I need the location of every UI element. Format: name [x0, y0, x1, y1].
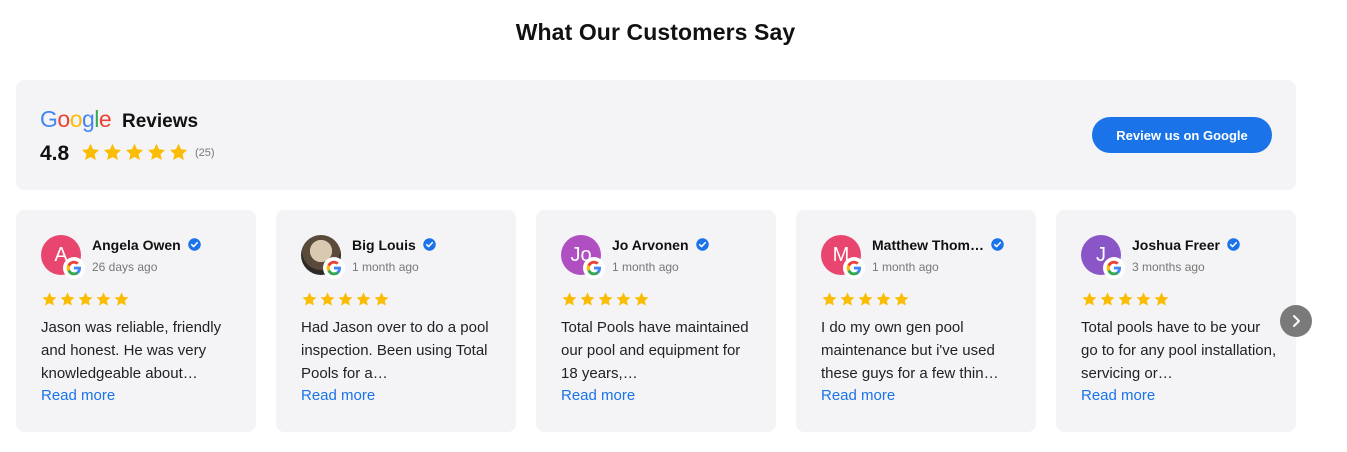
review-count: (25)	[195, 147, 215, 159]
verified-badge-icon	[423, 238, 436, 251]
review-date: 1 month ago	[872, 260, 939, 274]
google-logo: Google	[40, 106, 112, 132]
review-text: Jason was reliable, friendly and honest.…	[41, 319, 222, 382]
read-more-link[interactable]: Read more	[1081, 387, 1155, 404]
star-icon	[1136, 292, 1151, 306]
reviewer-name[interactable]: Angela Owen	[92, 237, 181, 253]
star-icon	[81, 143, 100, 161]
review-card: J Joshua Freer 3 months ago Total pools hav…	[1056, 210, 1296, 432]
star-icon	[616, 292, 631, 306]
review-card: Big Louis 1 month ago Had Jason over to do…	[276, 210, 516, 432]
star-icon	[634, 292, 649, 306]
review-text: Total pools have to be your go to for an…	[1081, 319, 1277, 382]
google-badge-icon	[324, 258, 344, 278]
review-card: Jo Jo Arvonen 1 month ago Total Pools have …	[536, 210, 776, 432]
read-more-link[interactable]: Read more	[41, 387, 115, 404]
star-icon	[338, 292, 353, 306]
review-card: M Matthew Thom… 1 month ago I do my own gen…	[796, 210, 1036, 432]
star-icon	[103, 143, 122, 161]
star-icon	[374, 292, 389, 306]
verified-badge-icon	[1227, 238, 1240, 251]
google-badge-icon	[584, 258, 604, 278]
star-icon	[78, 292, 93, 306]
star-icon	[147, 143, 166, 161]
star-icon	[114, 292, 129, 306]
star-icon	[320, 292, 335, 306]
read-more-link[interactable]: Read more	[821, 387, 895, 404]
star-icon	[125, 143, 144, 161]
star-icon	[42, 292, 57, 306]
review-date: 26 days ago	[92, 260, 158, 274]
reviewer-name[interactable]: Joshua Freer	[1132, 237, 1220, 253]
section-title: What Our Customers Say	[515, 19, 796, 45]
review-stars	[41, 291, 130, 308]
google-logo-letter: G	[40, 106, 58, 132]
star-icon	[60, 292, 75, 306]
google-logo-letter: e	[98, 106, 112, 132]
review-date: 1 month ago	[352, 260, 419, 274]
rating-stars	[80, 142, 189, 163]
review-us-on-google-button[interactable]: Review us on Google	[1092, 117, 1272, 153]
verified-badge-icon	[188, 238, 201, 251]
star-icon	[356, 292, 371, 306]
google-logo-letter: o	[57, 106, 70, 132]
read-more-link[interactable]: Read more	[561, 387, 635, 404]
review-text: Had Jason over to do a pool inspection. …	[301, 319, 489, 382]
star-icon	[562, 292, 577, 306]
star-icon	[858, 292, 873, 306]
review-stars	[821, 291, 910, 308]
reviewer-name[interactable]: Jo Arvonen	[612, 237, 689, 253]
chevron-right-icon	[1293, 315, 1300, 327]
reviewer-name[interactable]: Matthew Thom…	[872, 237, 984, 253]
star-icon	[840, 292, 855, 306]
google-badge-icon	[64, 258, 84, 278]
google-badge-icon	[1104, 258, 1124, 278]
star-icon	[96, 292, 111, 306]
review-text: Total Pools have maintained our pool and…	[561, 319, 749, 382]
review-stars	[301, 291, 390, 308]
star-icon	[580, 292, 595, 306]
star-icon	[1082, 292, 1097, 306]
verified-badge-icon	[991, 238, 1004, 251]
star-icon	[822, 292, 837, 306]
review-date: 3 months ago	[1132, 260, 1205, 274]
read-more-link[interactable]: Read more	[301, 387, 375, 404]
review-date: 1 month ago	[612, 260, 679, 274]
star-icon	[169, 143, 188, 161]
average-rating: 4.8	[40, 142, 70, 165]
star-icon	[302, 292, 317, 306]
star-icon	[1100, 292, 1115, 306]
review-stars	[1081, 291, 1170, 308]
reviews-label: Reviews	[122, 111, 199, 132]
google-logo-letter: o	[69, 106, 83, 132]
star-icon	[598, 292, 613, 306]
star-icon	[894, 292, 909, 306]
star-icon	[876, 292, 891, 306]
google-badge-icon	[844, 258, 864, 278]
star-icon	[1118, 292, 1133, 306]
reviewer-name[interactable]: Big Louis	[352, 237, 416, 253]
verified-badge-icon	[696, 238, 709, 251]
google-logo-letter: g	[81, 106, 95, 132]
google-reviews-summary: Google Reviews 4.8 (25) Review us on Goo…	[16, 80, 1296, 190]
star-icon	[1154, 292, 1169, 306]
carousel-next-button[interactable]	[1280, 305, 1312, 337]
review-card: A Angela Owen 26 days ago Jason was reliabl…	[16, 210, 256, 432]
review-text: I do my own gen pool maintenance but i'v…	[821, 319, 999, 382]
review-stars	[561, 291, 650, 308]
